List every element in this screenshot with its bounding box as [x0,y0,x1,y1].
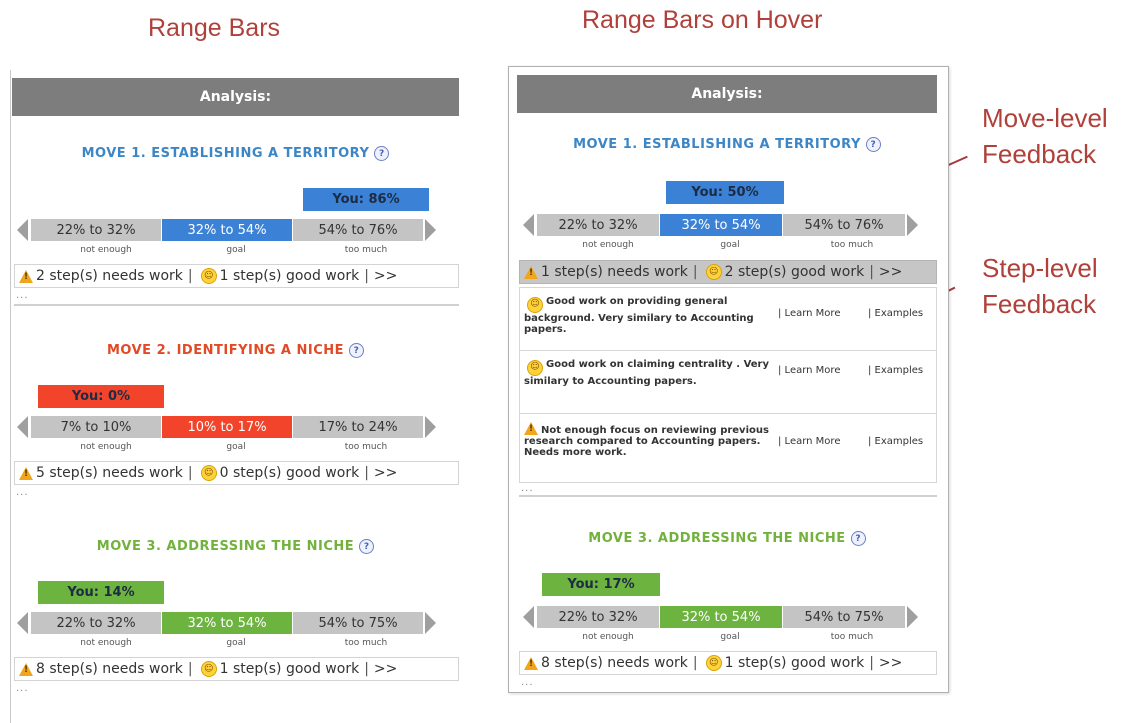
left-panel-border [10,70,11,723]
range-goal: 32% to 54% [659,606,782,628]
learn-more-link[interactable]: | Learn More [778,365,840,376]
you-score-bubble: You: 86% [303,188,429,211]
learn-more-link[interactable]: | Learn More [778,308,840,319]
left-arrow-icon [523,606,534,628]
smiley-icon: ☺ [527,296,543,313]
feedback-text: Good work on providing general backgroun… [524,296,754,335]
range-bar[interactable]: 22% to 32% 32% to 54% 54% to 76% [17,219,436,241]
more-dots[interactable]: ... [16,487,29,498]
right-arrow-icon [425,416,436,438]
smiley-icon: ☺ [527,359,543,376]
left-analysis-panel: Analysis: MOVE 1. ESTABLISHING A TERRITO… [0,70,470,723]
step-summary-link[interactable]: 1 step(s) needs work| ☺ 2 step(s) good w… [519,260,937,284]
left-arrow-icon [17,416,28,438]
section-divider [14,304,459,306]
range-too-much: 54% to 75% [292,612,423,634]
learn-more-link[interactable]: | Learn More [778,436,840,447]
move-3-title[interactable]: MOVE 3. ADDRESSING THE NICHE? [517,531,937,546]
smiley-icon: ☺ [200,465,217,481]
range-bar[interactable]: 22% to 32% 32% to 54% 54% to 75% [523,606,918,628]
examples-link[interactable]: | Examples [868,308,923,319]
range-too-much: 17% to 24% [292,416,423,438]
range-sublabels: not enough goal too much [80,245,388,255]
range-sublabels: not enough goal too much [80,638,388,648]
step-feedback-row: ☺ Good work on claiming centrality . Very… [519,350,937,414]
range-sublabels: not enough goal too much [582,632,874,642]
more-dots[interactable]: ... [521,677,534,688]
step-level-annotation: Step-level Feedback [982,253,1098,319]
section-divider [519,495,937,497]
feedback-text: Good work on claiming centrality . Very … [524,359,769,387]
warning-icon [19,662,33,676]
range-sublabels: not enough goal too much [582,240,874,250]
examples-link[interactable]: | Examples [868,365,923,376]
smiley-icon: ☺ [705,264,722,280]
range-too-much: 54% to 76% [292,219,423,241]
help-icon[interactable]: ? [359,539,375,554]
step-summary-link[interactable]: 8 step(s) needs work| ☺ 1 step(s) good w… [519,651,937,675]
right-arrow-icon [907,606,918,628]
you-score-bubble: You: 0% [38,385,164,408]
step-feedback-row: ☺ Good work on providing general backgrou… [519,287,937,351]
range-bar[interactable]: 7% to 10% 10% to 17% 17% to 24% [17,416,436,438]
range-sublabels: not enough goal too much [80,442,388,452]
step-feedback-row: Not enough focus on reviewing previous r… [519,413,937,483]
analysis-header: Analysis: [517,75,937,113]
help-icon[interactable]: ? [374,146,390,161]
range-goal: 32% to 54% [161,219,292,241]
range-not-enough: 22% to 32% [30,219,161,241]
analysis-header: Analysis: [12,78,459,116]
range-not-enough: 7% to 10% [30,416,161,438]
you-score-bubble: You: 50% [666,181,784,204]
left-arrow-icon [17,612,28,634]
range-bar[interactable]: 22% to 32% 32% to 54% 54% to 76% [523,214,918,236]
right-arrow-icon [425,612,436,634]
move-2-title[interactable]: MOVE 2. IDENTIFYING A NICHE? [12,343,459,358]
help-icon[interactable]: ? [850,531,866,546]
you-score-bubble: You: 17% [542,573,660,596]
range-not-enough: 22% to 32% [30,612,161,634]
left-caption: Range Bars [148,14,281,42]
left-arrow-icon [523,214,534,236]
move-level-annotation: Move-level Feedback [982,103,1108,169]
range-bar[interactable]: 22% to 32% 32% to 54% 54% to 75% [17,612,436,634]
range-goal: 32% to 54% [659,214,782,236]
help-icon[interactable]: ? [865,137,881,152]
more-dots[interactable]: ... [521,483,534,494]
range-not-enough: 22% to 32% [536,214,659,236]
right-analysis-panel: Analysis: MOVE 1. ESTABLISHING A TERRITO… [508,66,949,693]
more-dots[interactable]: ... [16,683,29,694]
move-1-title[interactable]: MOVE 1. ESTABLISHING A TERRITORY? [517,137,937,152]
warning-icon [524,656,538,670]
move-1-title[interactable]: MOVE 1. ESTABLISHING A TERRITORY? [12,146,459,161]
right-arrow-icon [425,219,436,241]
range-too-much: 54% to 76% [782,214,905,236]
smiley-icon: ☺ [200,268,217,284]
feedback-text: Not enough focus on reviewing previous r… [524,425,769,458]
warning-icon [19,269,33,283]
step-summary-link[interactable]: 5 step(s) needs work| ☺ 0 step(s) good w… [14,461,459,485]
range-goal: 32% to 54% [161,612,292,634]
range-too-much: 54% to 75% [782,606,905,628]
range-goal: 10% to 17% [161,416,292,438]
warning-icon [19,466,33,480]
smiley-icon: ☺ [200,661,217,677]
warning-icon [524,422,538,435]
you-score-bubble: You: 14% [38,581,164,604]
step-summary-link[interactable]: 2 step(s) needs work| ☺ 1 step(s) good w… [14,264,459,288]
step-summary-link[interactable]: 8 step(s) needs work| ☺ 1 step(s) good w… [14,657,459,681]
right-caption: Range Bars on Hover [582,6,823,34]
move-3-title[interactable]: MOVE 3. ADDRESSING THE NICHE? [12,539,459,554]
help-icon[interactable]: ? [349,343,365,358]
range-not-enough: 22% to 32% [536,606,659,628]
right-arrow-icon [907,214,918,236]
warning-icon [524,265,538,279]
more-dots[interactable]: ... [16,290,29,301]
smiley-icon: ☺ [705,655,722,671]
examples-link[interactable]: | Examples [868,436,923,447]
left-arrow-icon [17,219,28,241]
